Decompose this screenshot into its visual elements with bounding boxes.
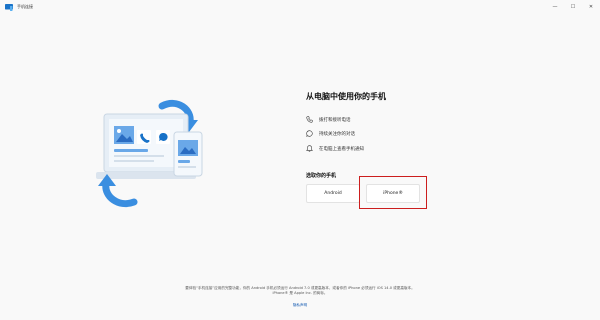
window-controls: — ☐ ✕ bbox=[546, 0, 600, 14]
feature-label: 持续关注你的对话 bbox=[319, 131, 355, 137]
feature-label: 在电脑上查看手机通知 bbox=[319, 146, 364, 152]
title-bar: 手机连接 — ☐ ✕ bbox=[0, 0, 600, 14]
page-heading: 从电脑中使用你的手机 bbox=[306, 92, 386, 101]
minimize-button[interactable]: — bbox=[546, 0, 564, 14]
feature-messages: 持续关注你的对话 bbox=[306, 130, 355, 137]
feature-notifications: 在电脑上查看手机通知 bbox=[306, 145, 364, 152]
maximize-button[interactable]: ☐ bbox=[564, 0, 582, 14]
phone-laptop-illustration bbox=[96, 99, 203, 207]
select-phone-label: 选取你的手机 bbox=[306, 173, 337, 179]
feature-label: 拨打和接听电话 bbox=[319, 117, 351, 123]
chat-bubble-icon bbox=[306, 130, 313, 137]
phone-link-app-icon bbox=[5, 3, 13, 11]
bell-icon bbox=[306, 145, 313, 152]
feature-calls: 拨打和接听电话 bbox=[306, 116, 351, 123]
footer-disclaimer: 要体验“手机连接”应用的完整功能，你的 Android 手机必须运行 Andro… bbox=[0, 286, 600, 296]
selection-highlight-box bbox=[359, 176, 427, 209]
privacy-link[interactable]: 隐私声明 bbox=[0, 303, 600, 308]
android-button[interactable]: Android bbox=[306, 184, 360, 203]
footer-line-trademark: iPhone® 是 Apple Inc. 的商标。 bbox=[272, 291, 328, 295]
window-title: 手机连接 bbox=[17, 4, 33, 9]
phone-icon bbox=[306, 116, 313, 123]
close-button[interactable]: ✕ bbox=[582, 0, 600, 14]
